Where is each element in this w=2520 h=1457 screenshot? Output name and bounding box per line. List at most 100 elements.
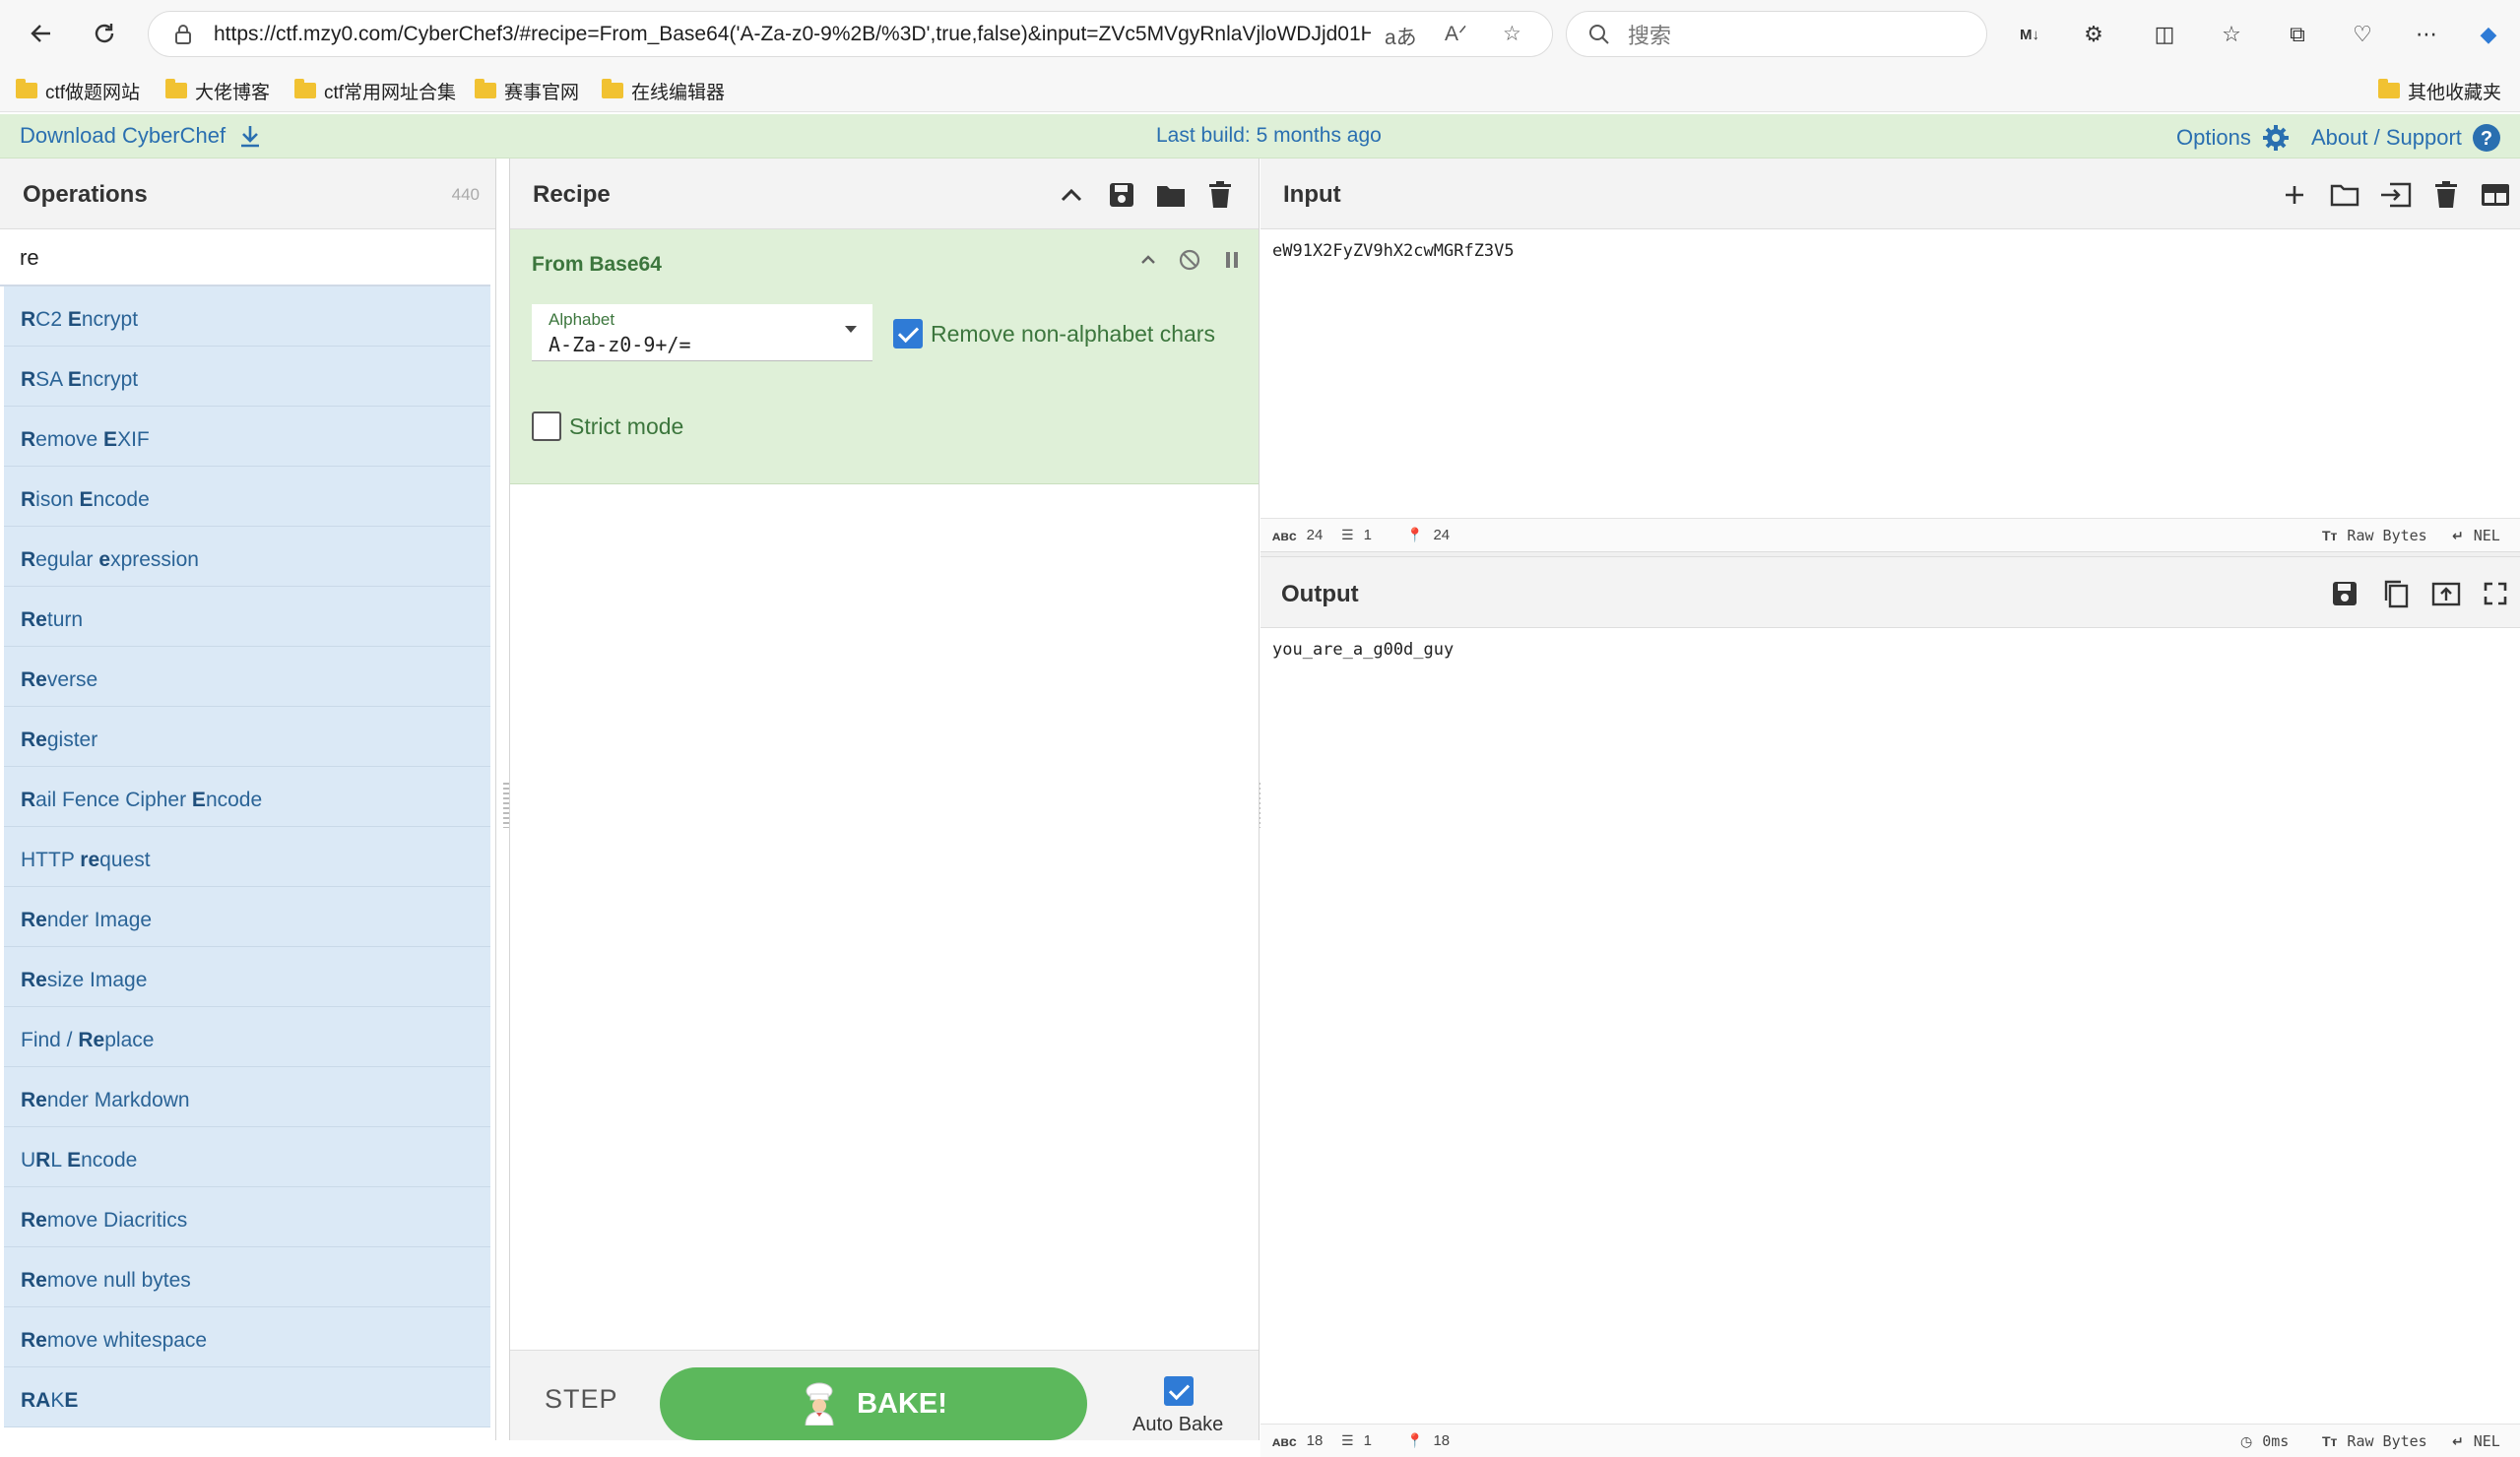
operation-list-item[interactable]: Register (4, 707, 490, 767)
operation-list-item[interactable]: RSA Encrypt (4, 347, 490, 407)
clear-input-button[interactable] (2429, 178, 2463, 212)
output-eol[interactable]: ↵ NEL (2452, 1432, 2500, 1450)
operation-label-part: nder Markdown (46, 1089, 190, 1111)
trash-icon (1209, 181, 1231, 208)
operation-label-part: U (21, 1149, 36, 1172)
operation-label-part: ncrypt (81, 368, 139, 391)
operation-list-item[interactable]: Remove EXIF (4, 407, 490, 467)
extensions-icon[interactable]: ⚙ (2077, 18, 2110, 51)
operation-list-item[interactable]: Render Markdown (4, 1067, 490, 1127)
reset-layout-button[interactable] (2479, 178, 2512, 212)
recipe-header: Recipe (510, 158, 1259, 229)
operation-label-part: xpression (110, 548, 199, 571)
bookmark-folder[interactable]: 在线编辑器 (602, 78, 725, 103)
input-textarea[interactable]: eW91X2FyZV9hX2cwMGRfZ3V5 (1260, 229, 2520, 518)
operation-label-part: gister (46, 728, 98, 751)
back-button[interactable] (24, 16, 59, 51)
refresh-button[interactable] (87, 16, 122, 51)
copilot-icon[interactable]: ◆ (2472, 18, 2505, 51)
operation-match-highlight: R (21, 368, 36, 391)
browser-essentials-icon[interactable]: ♡ (2346, 18, 2379, 51)
maximise-output-button[interactable] (2479, 577, 2512, 610)
operation-match-highlight: Re (21, 1209, 47, 1232)
step-button[interactable]: STEP (545, 1384, 618, 1415)
operation-list-item[interactable]: HTTP request (4, 827, 490, 887)
operation-label-part: egular (35, 548, 99, 571)
more-menu-icon[interactable]: ⋯ (2410, 18, 2443, 51)
collections-icon[interactable]: ⧉ (2281, 18, 2314, 51)
markdown-extension-icon[interactable]: M↓ (2013, 18, 2046, 51)
bookmark-folder[interactable]: ctf常用网址合集 (294, 78, 456, 103)
operation-list-item[interactable]: Render Image (4, 887, 490, 947)
output-encoding[interactable]: Tт Raw Bytes (2322, 1432, 2427, 1450)
location-pin-icon: 📍 (1406, 527, 1424, 542)
load-recipe-button[interactable] (1154, 178, 1188, 212)
operation-list-item[interactable]: Remove null bytes (4, 1247, 490, 1307)
disable-operation-button[interactable] (1173, 243, 1206, 277)
operation-list-item[interactable]: Rison Encode (4, 467, 490, 527)
bookmark-folder[interactable]: ctf做题网站 (16, 78, 140, 103)
auto-bake-label: Auto Bake (1132, 1414, 1224, 1435)
operation-list-item[interactable]: Rail Fence Cipher Encode (4, 767, 490, 827)
operation-match-highlight: E (67, 368, 82, 391)
clear-recipe-button[interactable] (1203, 178, 1237, 212)
operation-list-item[interactable]: Remove Diacritics (4, 1187, 490, 1247)
operation-list-item[interactable]: RC2 Encrypt (4, 286, 490, 347)
output-text[interactable]: you_are_a_g00d_guy (1260, 628, 2520, 660)
copy-output-button[interactable] (2379, 577, 2413, 610)
bookmark-folder[interactable]: 大佬博客 (165, 78, 270, 103)
input-encoding[interactable]: Tт Raw Bytes (2322, 527, 2427, 544)
about-support-link[interactable]: About / Support ? (2311, 123, 2501, 153)
auto-bake-checkbox[interactable] (1164, 1376, 1194, 1406)
breakpoint-button[interactable] (1215, 243, 1249, 277)
save-output-button[interactable] (2328, 577, 2361, 610)
operation-list-item[interactable]: Regular expression (4, 527, 490, 587)
operations-title: Operations (23, 181, 148, 208)
favorite-star-icon[interactable]: ☆ (1503, 22, 1521, 46)
strict-mode-checkbox[interactable] (532, 412, 561, 441)
address-bar[interactable]: https://ctf.mzy0.com/CyberChef3/#recipe=… (148, 11, 1553, 57)
operation-match-highlight: E (64, 1389, 79, 1412)
recipe-operation-from-base64[interactable]: From Base64 Alphabet A-Za-z0-9+/= Remove… (510, 229, 1259, 484)
collapse-all-button[interactable] (1055, 178, 1088, 212)
operation-list-item[interactable]: Resize Image (4, 947, 490, 1007)
operation-label-part: quest (99, 849, 151, 871)
open-file-button[interactable] (2379, 178, 2413, 212)
operation-name: From Base64 (532, 253, 662, 276)
alphabet-select[interactable]: Alphabet A-Za-z0-9+/= (532, 304, 872, 361)
remove-non-alphabet-checkbox[interactable] (893, 319, 923, 348)
operation-list-item[interactable]: RAKE (4, 1367, 490, 1427)
remove-non-alphabet-label: Remove non-alphabet chars (931, 321, 1215, 347)
operation-match-highlight: Re (21, 728, 47, 751)
options-link[interactable]: Options (2176, 123, 2291, 153)
folder-icon (475, 79, 496, 98)
url-text[interactable]: https://ctf.mzy0.com/CyberChef3/#recipe=… (214, 23, 1371, 46)
operation-label-part: move null bytes (46, 1269, 191, 1292)
operation-list-item[interactable]: Find / Replace (4, 1007, 490, 1067)
operation-list-item[interactable]: Return (4, 587, 490, 647)
recipe-panel: Recipe From Base64 Alphabet A-Za-z0-9+/= (509, 158, 1260, 1440)
split-screen-icon[interactable]: ◫ (2148, 18, 2181, 51)
input-eol[interactable]: ↵ NEL (2452, 527, 2500, 544)
operation-list-item[interactable]: Remove whitespace (4, 1307, 490, 1367)
favorites-icon[interactable]: ☆ (2215, 18, 2248, 51)
browser-search-box[interactable]: 搜索 (1566, 11, 1987, 57)
translate-icon[interactable]: aあ (1385, 22, 1417, 51)
operations-search-input[interactable]: re (0, 229, 490, 286)
bookmark-folder[interactable]: 赛事官网 (475, 78, 579, 103)
download-cyberchef-link[interactable]: Download CyberChef (20, 123, 261, 149)
bake-button[interactable]: BAKE! (660, 1367, 1087, 1440)
operation-label-part: Find / (21, 1029, 79, 1051)
cyberchef-banner: Download CyberChef Last build: 5 months … (0, 114, 2520, 158)
add-input-tab-button[interactable] (2278, 178, 2311, 212)
replace-input-button[interactable] (2429, 577, 2463, 610)
operation-list-item[interactable]: Reverse (4, 647, 490, 707)
read-aloud-icon[interactable]: Aᐟ (1445, 22, 1467, 46)
collapse-operation-button[interactable] (1131, 243, 1165, 277)
other-bookmarks-folder[interactable]: 其他收藏夹 (2378, 78, 2501, 103)
text-length-icon: ᴀʙᴄ (1272, 1432, 1297, 1449)
operation-list-item[interactable]: URL Encode (4, 1127, 490, 1187)
save-recipe-button[interactable] (1105, 178, 1138, 212)
open-folder-button[interactable] (2328, 178, 2361, 212)
output-position: 📍 18 (1406, 1432, 1451, 1449)
